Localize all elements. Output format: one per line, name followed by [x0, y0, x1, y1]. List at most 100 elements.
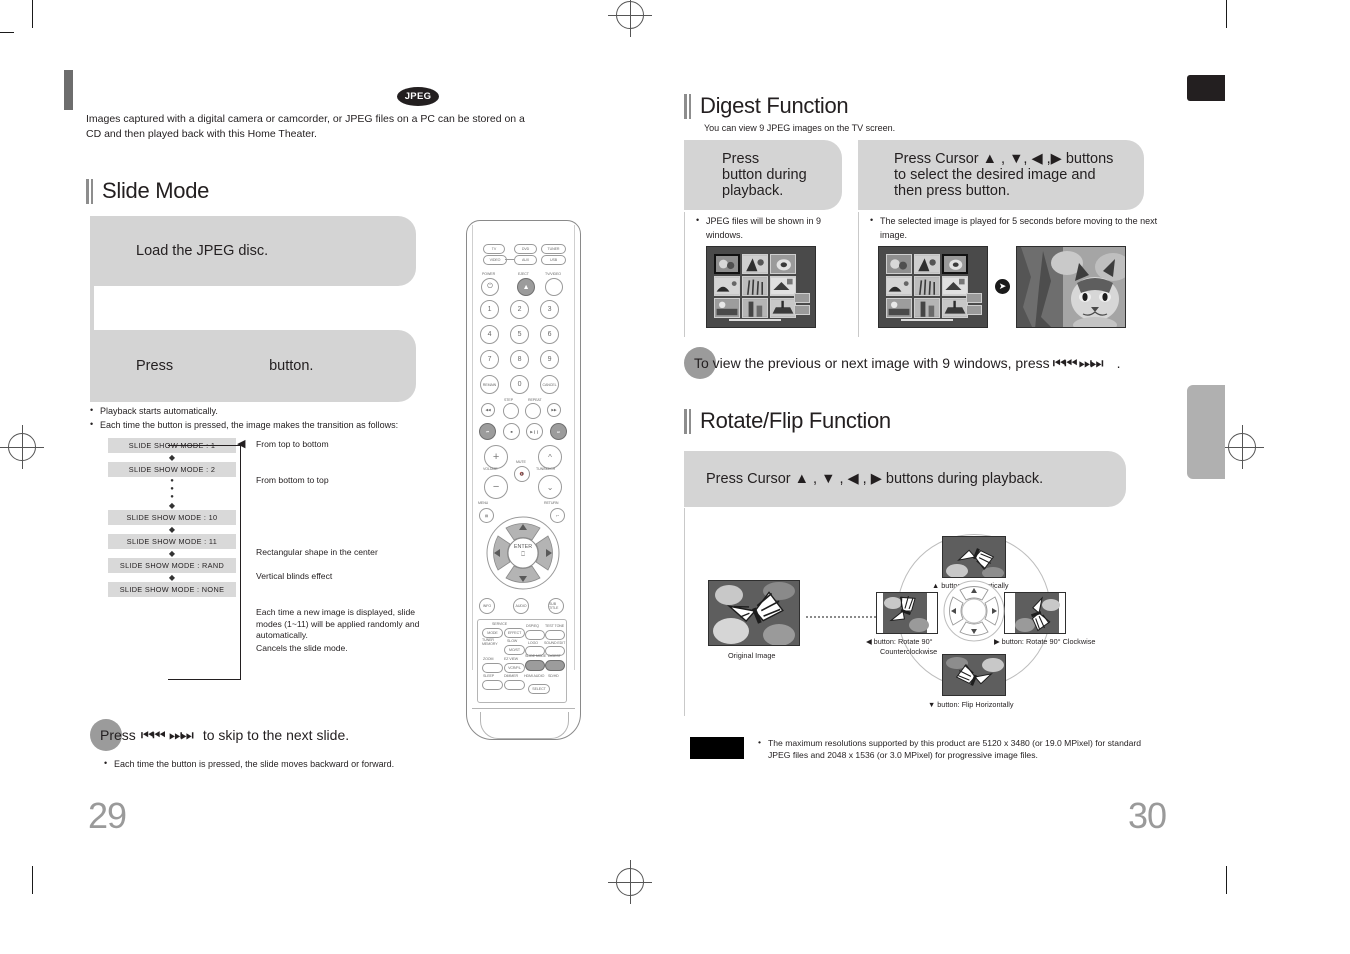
remote-button-tuning-up[interactable]: ^	[538, 445, 562, 469]
remote-button-dimmer[interactable]	[504, 680, 525, 690]
thumbnail-cell[interactable]	[770, 276, 796, 296]
remote-button-mute[interactable]: 🔇	[514, 466, 530, 482]
remote-button-select[interactable]: SELECT	[528, 684, 550, 694]
remote-key-0[interactable]: 0	[510, 375, 529, 394]
remote-button-tuner[interactable]: TUNER	[541, 244, 566, 254]
step-press-prefix: Press	[136, 358, 174, 374]
remote-button-prev-track[interactable]: ⏮	[479, 423, 496, 440]
thumbnail-cell[interactable]	[914, 298, 940, 318]
digest-step2-line3: then press button.	[894, 183, 1011, 199]
remote-button-vcr-pl[interactable]: VCR/P.L	[504, 663, 525, 673]
digest-step2-divider	[858, 212, 859, 337]
remote-key-3[interactable]: 3	[540, 300, 559, 319]
remote-button-effect[interactable]: EFFECT	[504, 628, 525, 638]
skip-slide-note-text: Press ⏮⏮ ⏭⏭ to skip to the next slide.	[90, 727, 349, 744]
remote-label-zoom: ZOOM	[483, 657, 494, 661]
remote-label-repeat: REPEAT	[528, 398, 542, 402]
thumbnail-cell[interactable]	[914, 254, 940, 274]
remote-button-volume-up[interactable]: +	[484, 445, 508, 469]
remote-key-6[interactable]: 6	[540, 325, 559, 344]
rotate-ccw-photo	[876, 592, 938, 634]
registration-mark-top	[608, 0, 652, 37]
remote-button-video[interactable]: VIDEO	[483, 255, 507, 265]
remote-button-sleep[interactable]	[482, 680, 503, 690]
remote-button-mode[interactable]: MODE	[482, 628, 503, 638]
transition-arrow-icon: ➤	[995, 279, 1010, 294]
remote-button-play-pause[interactable]: ▶❙❙	[526, 423, 543, 440]
remote-button-tv-video[interactable]	[545, 278, 563, 296]
thumbnail-cell[interactable]	[942, 298, 968, 318]
thumbnail-cell[interactable]	[742, 276, 768, 296]
digest-selection-screen	[878, 246, 988, 328]
remote-button-step[interactable]	[503, 403, 519, 419]
remote-button-stop[interactable]: ■	[503, 423, 520, 440]
remote-button-digest[interactable]	[545, 660, 565, 671]
thumbnail-cell[interactable]	[742, 298, 768, 318]
remote-button-skip-back-small[interactable]: ◀◀	[481, 403, 495, 417]
thumbnail-cell[interactable]	[886, 276, 912, 296]
remote-label-logo: LOGO	[528, 641, 538, 645]
remote-button-cancel[interactable]: CANCEL	[540, 375, 559, 394]
remote-label-step: STEP	[504, 398, 513, 402]
thumbnail-cell[interactable]	[714, 254, 740, 274]
thumbnail-cell[interactable]	[942, 276, 968, 296]
screen-button-bottom[interactable]	[966, 305, 982, 315]
note-block: The maximum resolutions supported by thi…	[690, 736, 1150, 762]
thumbnail-cell[interactable]	[770, 254, 796, 274]
screen-button-bottom[interactable]	[794, 305, 810, 315]
remote-button-usb[interactable]: USB	[541, 255, 566, 265]
remote-label-slow: SLOW	[507, 639, 518, 643]
remote-button-subtitle[interactable]: SUB TITLE	[548, 598, 564, 614]
remote-button-dvd[interactable]: DVD	[514, 244, 537, 254]
registration-mark-bottom	[608, 860, 652, 904]
thumbnail-cell[interactable]	[914, 276, 940, 296]
thumbnail-cell[interactable]	[742, 254, 768, 274]
remote-button-volume-down[interactable]: −	[484, 475, 508, 499]
crop-mark-top-right	[1226, 0, 1228, 28]
remote-button-skip-fwd-small[interactable]: ▶▶	[547, 403, 561, 417]
remote-button-repeat[interactable]	[525, 403, 541, 419]
rotate-flip-diagram: Original Image ▲ button: Flip Verticall	[694, 528, 1154, 718]
remote-button-tuning-down[interactable]: ⌄	[538, 475, 562, 499]
remote-button-audio[interactable]: AUDIO	[513, 598, 529, 614]
remote-key-9[interactable]: 9	[540, 350, 559, 369]
remote-navigation-pad[interactable]: ENTER ⎕	[486, 516, 560, 590]
remote-button-next-track[interactable]: ⏭	[550, 423, 567, 440]
remote-label-tuner-memory: TUNER MEMORY	[482, 638, 498, 646]
thumbnail-cell[interactable]	[770, 298, 796, 318]
remote-button-slide-mode[interactable]	[525, 660, 545, 671]
remote-button-zoom[interactable]	[482, 663, 503, 673]
butterfly-flip-vertical-svg	[943, 537, 1005, 577]
remote-button-aux[interactable]: AUX	[514, 255, 537, 265]
screen-button-top[interactable]	[966, 293, 982, 303]
remote-key-7[interactable]: 7	[480, 350, 499, 369]
thumbnail-cell[interactable]	[886, 298, 912, 318]
flow-description: Vertical blinds effect	[256, 571, 333, 581]
rotate-cw-photo	[1004, 592, 1066, 634]
remote-key-8[interactable]: 8	[510, 350, 529, 369]
step-load-disc-text: Load the JPEG disc.	[136, 243, 269, 259]
remote-key-5[interactable]: 5	[510, 325, 529, 344]
remote-button-power[interactable]: ⏻	[481, 278, 499, 296]
page-number-left: 29	[88, 795, 127, 836]
remote-key-2[interactable]: 2	[510, 300, 529, 319]
remote-button-tv[interactable]: TV	[483, 244, 505, 254]
thumbnail-cell-selected[interactable]	[942, 254, 968, 274]
thumbnail-cell[interactable]	[886, 254, 912, 274]
remote-label-dsp-eq: DSP/EQ	[526, 624, 539, 628]
remote-button-info[interactable]: INFO	[479, 598, 495, 614]
remote-button-mo-st[interactable]: MO/ST	[504, 645, 525, 655]
remote-key-1[interactable]: 1	[480, 300, 499, 319]
heading-bar-icon	[684, 93, 691, 119]
remote-button-test-tone[interactable]	[545, 630, 565, 640]
remote-button-remain[interactable]: REMAIN	[480, 375, 499, 394]
remote-button-eject[interactable]: ▲	[517, 278, 535, 296]
thumbnail-cell[interactable]	[714, 276, 740, 296]
thumbnail-cell[interactable]	[714, 298, 740, 318]
screen-button-top[interactable]	[794, 293, 810, 303]
remote-label-dimmer: DIMMER	[504, 674, 518, 678]
remote-key-4[interactable]: 4	[480, 325, 499, 344]
flow-loop-arrowhead-icon: ◀	[237, 438, 246, 450]
remote-button-dsp-eq[interactable]	[525, 630, 545, 640]
skip-note-prefix: Press	[100, 727, 136, 743]
